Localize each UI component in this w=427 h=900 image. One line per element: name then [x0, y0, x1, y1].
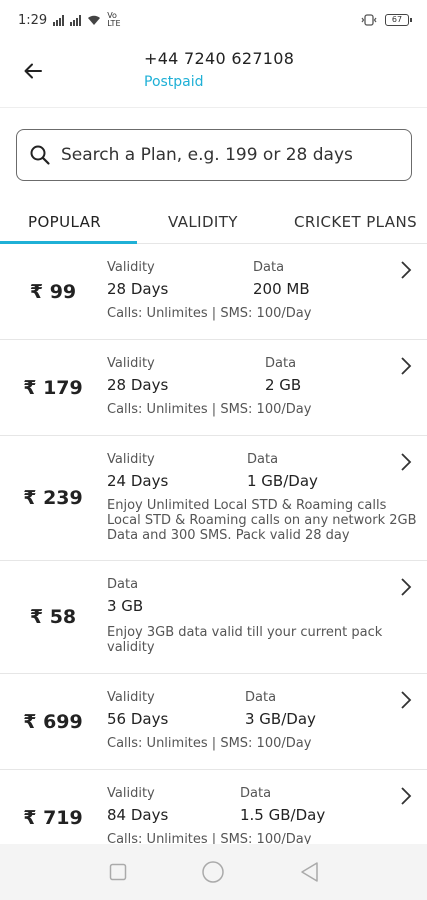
signal-icon-2 [70, 14, 82, 26]
system-nav-bar [0, 844, 427, 900]
tab-validity[interactable]: VALIDITY [168, 204, 238, 244]
header: +44 7240 627108 Postpaid [0, 40, 427, 108]
back-button[interactable] [18, 56, 48, 86]
chevron-right-icon [401, 453, 412, 471]
search-box[interactable] [16, 129, 412, 181]
chevron-right-icon [401, 691, 412, 709]
validity-label: Validity [107, 260, 155, 275]
plan-description: Calls: Unlimites | SMS: 100/Day [107, 402, 312, 417]
data-label: Data [107, 577, 139, 592]
validity-label: Validity [107, 452, 155, 467]
recents-button[interactable] [104, 858, 132, 886]
chevron-right-icon [401, 578, 412, 596]
battery-icon: 67 [385, 14, 412, 26]
data-label: Data [253, 260, 285, 275]
tab-popular[interactable]: POPULAR [28, 204, 101, 244]
back-arrow-icon [24, 63, 42, 79]
circle-icon [202, 861, 225, 883]
plan-description: Calls: Unlimites | SMS: 100/Day [107, 832, 312, 844]
home-button[interactable] [199, 858, 227, 886]
wifi-icon [88, 15, 101, 25]
chevron-right-icon [401, 787, 412, 805]
vibrate-icon [361, 14, 377, 26]
plan-type-label: Postpaid [144, 74, 204, 90]
data-value: 3 GB [107, 597, 144, 615]
data-value: 200 MB [253, 280, 310, 298]
plan-description: Calls: Unlimites | SMS: 100/Day [107, 736, 312, 751]
validity-value: 24 Days [107, 472, 169, 490]
plan-item-179[interactable]: ₹ 179 Validity 28 Days Data 2 GB Calls: … [0, 340, 427, 436]
plan-item-719[interactable]: ₹ 719 Validity 84 Days Data 1.5 GB/Day C… [0, 770, 427, 844]
back-nav-button[interactable] [295, 858, 323, 886]
data-value: 1 GB/Day [247, 472, 318, 490]
plan-description: Calls: Unlimites | SMS: 100/Day [107, 306, 312, 321]
validity-label: Validity [107, 786, 155, 801]
search-icon [30, 145, 50, 165]
data-value: 2 GB [265, 376, 302, 394]
chevron-right-icon [401, 357, 412, 375]
plan-price: ₹ 719 [23, 807, 83, 829]
plan-item-239[interactable]: ₹ 239 Validity 24 Days Data 1 GB/Day Enj… [0, 436, 427, 561]
data-value: 3 GB/Day [245, 710, 316, 728]
status-time: 1:29 [18, 12, 48, 28]
status-bar: 1:29 Vo LTE 67 [0, 0, 427, 40]
validity-label: Validity [107, 356, 155, 371]
validity-label: Validity [107, 690, 155, 705]
plan-item-699[interactable]: ₹ 699 Validity 56 Days Data 3 GB/Day Cal… [0, 674, 427, 770]
plan-description: Enjoy Unlimited Local STD & Roaming call… [107, 498, 417, 543]
search-input[interactable] [61, 145, 391, 165]
plan-price: ₹ 99 [29, 281, 77, 303]
validity-value: 84 Days [107, 806, 169, 824]
plan-description: Enjoy 3GB data valid till your current p… [107, 625, 383, 655]
validity-value: 56 Days [107, 710, 169, 728]
plan-price: ₹ 699 [23, 711, 83, 733]
plan-list: ₹ 99 Validity 28 Days Data 200 MB Calls:… [0, 244, 427, 844]
plan-tabs: POPULAR VALIDITY CRICKET PLANS [0, 204, 427, 244]
validity-value: 28 Days [107, 376, 169, 394]
square-icon [109, 863, 127, 881]
data-label: Data [265, 356, 297, 371]
signal-icon [53, 14, 65, 26]
plan-item-58[interactable]: ₹ 58 Data 3 GB Enjoy 3GB data valid till… [0, 561, 427, 674]
triangle-back-icon [301, 862, 318, 882]
tab-cricket-plans[interactable]: CRICKET PLANS [294, 204, 417, 244]
plan-item-99[interactable]: ₹ 99 Validity 28 Days Data 200 MB Calls:… [0, 244, 427, 340]
data-value: 1.5 GB/Day [240, 806, 326, 824]
plan-price: ₹ 179 [23, 377, 83, 399]
chevron-right-icon [401, 261, 412, 279]
data-label: Data [247, 452, 279, 467]
network-type: Vo LTE [107, 11, 121, 28]
plan-price: ₹ 239 [23, 487, 83, 509]
validity-value: 28 Days [107, 280, 169, 298]
battery-level: 67 [391, 15, 403, 24]
data-label: Data [245, 690, 277, 705]
plan-price: ₹ 58 [29, 606, 77, 628]
data-label: Data [240, 786, 272, 801]
phone-number: +44 7240 627108 [144, 49, 295, 68]
